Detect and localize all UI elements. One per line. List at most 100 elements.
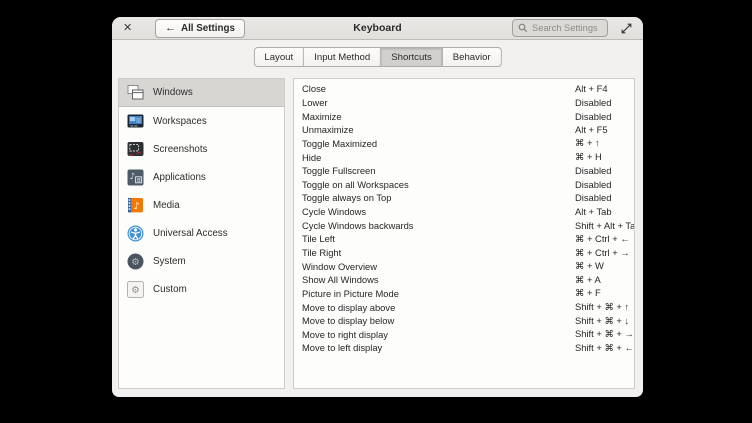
- universal-access-icon: [127, 225, 144, 242]
- shortcut-binding: Shift + ⌘ + ↓: [575, 315, 629, 327]
- sidebar-item-system[interactable]: ⚙ System: [119, 247, 284, 275]
- sidebar-item-universal-access[interactable]: Universal Access: [119, 219, 284, 247]
- all-settings-label: All Settings: [181, 23, 235, 34]
- shortcut-action: Lower: [302, 97, 328, 108]
- shortcut-row-tile-left[interactable]: Tile Left⌘ + Ctrl + ←: [294, 232, 634, 246]
- shortcut-binding: Shift + Alt + Tab: [575, 220, 635, 231]
- titlebar: ✕ ← All Settings Keyboard: [112, 17, 643, 40]
- shortcut-action: Move to display above: [302, 302, 395, 313]
- shortcut-row-move-to-display-below[interactable]: Move to display below Shift + ⌘ + ↓: [294, 314, 634, 328]
- sidebar-item-applications[interactable]: ♪BApplications: [119, 163, 284, 191]
- shortcut-action: Close: [302, 83, 326, 94]
- shortcut-action: Window Overview: [302, 261, 377, 272]
- shortcut-action: Show All Windows: [302, 274, 379, 285]
- shortcut-action: Toggle Maximized: [302, 138, 377, 149]
- back-arrow-icon: ←: [165, 23, 176, 34]
- shortcut-row-tile-right[interactable]: Tile Right⌘ + Ctrl + →: [294, 246, 634, 260]
- sidebar-item-label: Media: [153, 200, 180, 211]
- shortcut-action: Unmaximize: [302, 124, 354, 135]
- shortcut-binding: ⌘ + F: [575, 287, 601, 299]
- shortcut-row-toggle-on-all-workspaces[interactable]: Toggle on all Workspaces Disabled: [294, 177, 634, 191]
- shortcut-row-close[interactable]: Close Alt + F4: [294, 82, 634, 96]
- shortcut-binding: ⌘ + A: [575, 274, 601, 286]
- settings-window: ✕ ← All Settings Keyboard LayoutInput Me…: [112, 17, 643, 397]
- sidebar-item-custom[interactable]: ⚙ Custom: [119, 275, 284, 303]
- shortcut-binding: Shift + ⌘ + →: [575, 328, 634, 340]
- shortcut-binding: Disabled: [575, 165, 611, 176]
- svg-text:B: B: [137, 177, 141, 183]
- custom-icon: ⚙: [127, 281, 144, 298]
- shortcut-action: Toggle always on Top: [302, 192, 391, 203]
- windows-icon: [127, 84, 144, 101]
- shortcut-action: Hide: [302, 152, 321, 163]
- shortcut-binding: Alt + Tab: [575, 206, 612, 217]
- tab-bar: LayoutInput MethodShortcutsBehavior: [253, 47, 501, 67]
- all-settings-button[interactable]: ← All Settings: [155, 19, 245, 38]
- shortcut-action: Tile Right: [302, 247, 341, 258]
- shortcut-list: Close Alt + F4 Lower Disabled Maximize Disabl…: [293, 78, 635, 389]
- shortcut-action: Toggle Fullscreen: [302, 165, 375, 176]
- shortcut-binding: Disabled: [575, 97, 611, 108]
- shortcut-binding: Shift + ⌘ + ←: [575, 342, 634, 354]
- category-sidebar: Windows Workspaces ✂ Screenshots ♪BApplicati…: [118, 78, 285, 389]
- svg-text:⚙: ⚙: [131, 285, 140, 296]
- screenshots-icon: ✂: [127, 141, 144, 158]
- shortcut-row-move-to-right-display[interactable]: Move to right display Shift + ⌘ + →: [294, 328, 634, 342]
- svg-text:✂: ✂: [136, 148, 142, 157]
- shortcut-action: Picture in Picture Mode: [302, 288, 399, 299]
- sidebar-item-windows[interactable]: Windows: [119, 79, 284, 107]
- shortcut-row-unmaximize[interactable]: Unmaximize Alt + F5: [294, 123, 634, 137]
- shortcut-row-maximize[interactable]: Maximize Disabled: [294, 109, 634, 123]
- sidebar-item-label: System: [153, 256, 186, 267]
- shortcut-row-toggle-fullscreen[interactable]: Toggle Fullscreen Disabled: [294, 164, 634, 178]
- workspaces-icon: [127, 113, 144, 130]
- shortcut-action: Move to right display: [302, 329, 388, 340]
- shortcut-row-lower[interactable]: Lower Disabled: [294, 96, 634, 110]
- shortcut-binding: Shift + ⌘ + ↑: [575, 301, 629, 313]
- search-box[interactable]: [512, 19, 608, 37]
- search-input[interactable]: [532, 23, 602, 33]
- svg-text:♪: ♪: [134, 200, 140, 211]
- tab-shortcuts[interactable]: Shortcuts: [381, 47, 443, 67]
- shortcut-row-window-overview[interactable]: Window Overview ⌘ + W: [294, 259, 634, 273]
- shortcut-action: Cycle Windows: [302, 206, 366, 217]
- tab-behavior[interactable]: Behavior: [443, 47, 502, 67]
- shortcut-row-hide[interactable]: Hide ⌘ + H: [294, 150, 634, 164]
- svg-text:⚙: ⚙: [131, 257, 140, 268]
- shortcut-binding: Disabled: [575, 192, 611, 203]
- applications-icon: ♪B: [127, 169, 144, 186]
- shortcut-row-picture-in-picture-mode[interactable]: Picture in Picture Mode ⌘ + F: [294, 287, 634, 301]
- sidebar-item-media[interactable]: ♪ Media: [119, 191, 284, 219]
- search-icon: [518, 23, 528, 33]
- shortcut-binding: Alt + F5: [575, 124, 608, 135]
- sidebar-item-label: Screenshots: [153, 144, 207, 155]
- close-icon[interactable]: ✕: [123, 23, 137, 34]
- shortcut-action: Tile Left: [302, 233, 335, 244]
- shortcut-row-move-to-display-above[interactable]: Move to display above Shift + ⌘ + ↑: [294, 300, 634, 314]
- sidebar-item-label: Windows: [153, 87, 193, 98]
- shortcut-action: Cycle Windows backwards: [302, 220, 414, 231]
- shortcut-action: Move to display below: [302, 315, 394, 326]
- svg-text:♪: ♪: [130, 172, 135, 182]
- shortcut-row-show-all-windows[interactable]: Show All Windows ⌘ + A: [294, 273, 634, 287]
- sidebar-item-workspaces[interactable]: Workspaces: [119, 107, 284, 135]
- tab-input-method[interactable]: Input Method: [304, 47, 381, 67]
- system-icon: ⚙: [127, 253, 144, 270]
- shortcut-row-toggle-maximized[interactable]: Toggle Maximized⌘ + ↑: [294, 137, 634, 151]
- expand-icon[interactable]: [621, 23, 632, 34]
- shortcut-row-cycle-windows-backwards[interactable]: Cycle Windows backwards Shift + Alt + Tab: [294, 218, 634, 232]
- shortcut-row-cycle-windows[interactable]: Cycle Windows Alt + Tab: [294, 205, 634, 219]
- shortcut-binding: ⌘ + W: [575, 260, 604, 272]
- shortcut-row-move-to-left-display[interactable]: Move to left display Shift + ⌘ + ←: [294, 341, 634, 355]
- shortcut-binding: Disabled: [575, 111, 611, 122]
- tab-layout[interactable]: Layout: [253, 47, 304, 67]
- shortcut-binding: Alt + F4: [575, 83, 608, 94]
- shortcut-action: Toggle on all Workspaces: [302, 179, 409, 190]
- shortcut-action: Maximize: [302, 111, 342, 122]
- sidebar-item-screenshots[interactable]: ✂ Screenshots: [119, 135, 284, 163]
- shortcut-action: Move to left display: [302, 342, 382, 353]
- shortcut-row-toggle-always-on-top[interactable]: Toggle always on Top Disabled: [294, 191, 634, 205]
- shortcut-binding: Disabled: [575, 179, 611, 190]
- shortcut-binding: ⌘ + H: [575, 151, 602, 163]
- sidebar-item-label: Custom: [153, 284, 187, 295]
